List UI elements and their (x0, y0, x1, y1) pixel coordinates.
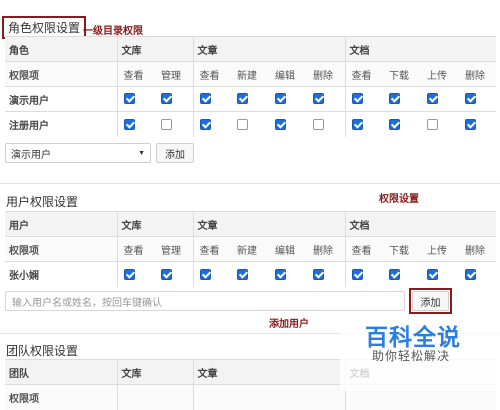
perm-header: 删除 (459, 236, 496, 262)
permission-checkbox[interactable] (351, 268, 363, 280)
column-header-user: 用户 (5, 211, 117, 237)
perm-header: 新建 (231, 236, 269, 262)
permission-checkbox[interactable] (237, 268, 248, 280)
add-user-button[interactable]: 添加 (412, 291, 449, 311)
permission-checkbox[interactable] (161, 93, 172, 105)
permission-checkbox[interactable] (313, 118, 324, 130)
group-header-library: 文库 (116, 211, 193, 237)
permission-checkbox[interactable] (237, 93, 248, 105)
permission-checkbox[interactable] (123, 268, 135, 280)
group-header-document: 文档 (344, 211, 496, 237)
role-row: 注册用户 (5, 111, 496, 137)
role-permission-table: 角色 文库 文章 文档 权限项 查看 管理 查看 新建 编辑 删除 查看 下载 … (5, 36, 496, 137)
role-table-permission-header: 权限项 查看 管理 查看 新建 编辑 删除 查看 下载 上传 删除 (5, 61, 496, 87)
perm-header: 查看 (116, 61, 155, 87)
permission-checkbox[interactable] (123, 118, 135, 130)
permission-checkbox[interactable] (351, 118, 363, 130)
add-role-button[interactable]: 添加 (156, 143, 194, 163)
user-table-group-header: 用户 文库 文章 文档 (5, 211, 496, 237)
permission-checkbox[interactable] (351, 93, 363, 105)
perm-header: 删除 (459, 61, 496, 87)
perm-header: 查看 (116, 236, 155, 262)
permission-checkbox[interactable] (465, 118, 476, 130)
perm-header: 查看 (344, 61, 383, 87)
perm-header: 上传 (421, 236, 459, 262)
annotation-permission-settings: 权限设置 (379, 194, 419, 205)
permission-checkbox[interactable] (275, 118, 286, 130)
user-search-input[interactable]: 输入用户名或姓名，按回车键确认 (5, 291, 405, 311)
column-header-role: 角色 (5, 36, 117, 62)
group-header-document: 文档 (344, 36, 496, 62)
role-name: 注册用户 (5, 111, 117, 137)
permission-checkbox[interactable] (389, 118, 400, 130)
perm-header: 删除 (307, 61, 345, 87)
team-section-title: 团队权限设置 (6, 344, 79, 358)
column-header-permission-item: 权限项 (5, 384, 117, 410)
group-header-article: 文章 (192, 359, 345, 385)
group-header-article: 文章 (192, 211, 345, 237)
permission-checkbox[interactable] (161, 118, 172, 130)
perm-header: 查看 (344, 236, 383, 262)
perm-header: 编辑 (269, 236, 307, 262)
role-table-group-header: 角色 文库 文章 文档 (5, 36, 496, 62)
permission-checkbox[interactable] (161, 268, 172, 280)
perm-header: 查看 (192, 61, 231, 87)
column-header-team: 团队 (5, 359, 117, 385)
caret-down-icon: ▼ (138, 149, 145, 157)
user-name: 张小娴 (5, 261, 117, 287)
permission-checkbox[interactable] (389, 268, 400, 280)
annotation-add-user: 添加用户 (269, 319, 309, 330)
perm-header: 查看 (192, 236, 231, 262)
user-section-title: 用户权限设置 (6, 195, 79, 209)
permission-checkbox[interactable] (427, 268, 438, 280)
role-select[interactable]: 演示用户 ▼ (5, 143, 151, 163)
perm-header: 编辑 (269, 61, 307, 87)
group-header-library: 文库 (116, 359, 193, 385)
permission-checkbox[interactable] (313, 268, 324, 280)
annotation-first-level: 一级目录权限 (83, 26, 143, 37)
user-row: 张小娴 (5, 261, 496, 287)
perm-header: 新建 (231, 61, 269, 87)
perm-header: 下载 (383, 61, 421, 87)
permission-checkbox[interactable] (275, 93, 286, 105)
permission-checkbox[interactable] (275, 268, 286, 280)
user-permission-table: 用户 文库 文章 文档 权限项 查看 管理 查看 新建 编辑 删除 查看 下载 … (5, 211, 496, 287)
column-header-permission-item: 权限项 (5, 61, 117, 87)
group-header-article: 文章 (192, 36, 345, 62)
permission-checkbox[interactable] (427, 118, 438, 130)
permission-checkbox[interactable] (427, 93, 438, 105)
role-row: 演示用户 (5, 86, 496, 112)
perm-header: 管理 (155, 61, 193, 87)
permission-checkbox[interactable] (465, 268, 476, 280)
watermark-subtitle: 助你轻松解决 (372, 349, 451, 363)
permission-checkbox[interactable] (389, 93, 400, 105)
role-name: 演示用户 (5, 86, 117, 112)
permission-checkbox[interactable] (199, 268, 211, 280)
permission-checkbox[interactable] (199, 118, 211, 130)
user-table-permission-header: 权限项 查看 管理 查看 新建 编辑 删除 查看 下载 上传 删除 (5, 236, 496, 262)
perm-header: 下载 (383, 236, 421, 262)
section-divider (0, 183, 500, 184)
group-header-library: 文库 (116, 36, 193, 62)
perm-header: 上传 (421, 61, 459, 87)
role-select-value: 演示用户 (11, 149, 51, 161)
permission-checkbox[interactable] (199, 93, 211, 105)
permission-checkbox[interactable] (465, 93, 476, 105)
perm-header: 管理 (155, 236, 193, 262)
perm-header: 删除 (307, 236, 345, 262)
permission-checkbox[interactable] (313, 93, 324, 105)
permission-checkbox[interactable] (237, 118, 248, 130)
column-header-permission-item: 权限项 (5, 236, 117, 262)
permission-checkbox[interactable] (123, 93, 135, 105)
